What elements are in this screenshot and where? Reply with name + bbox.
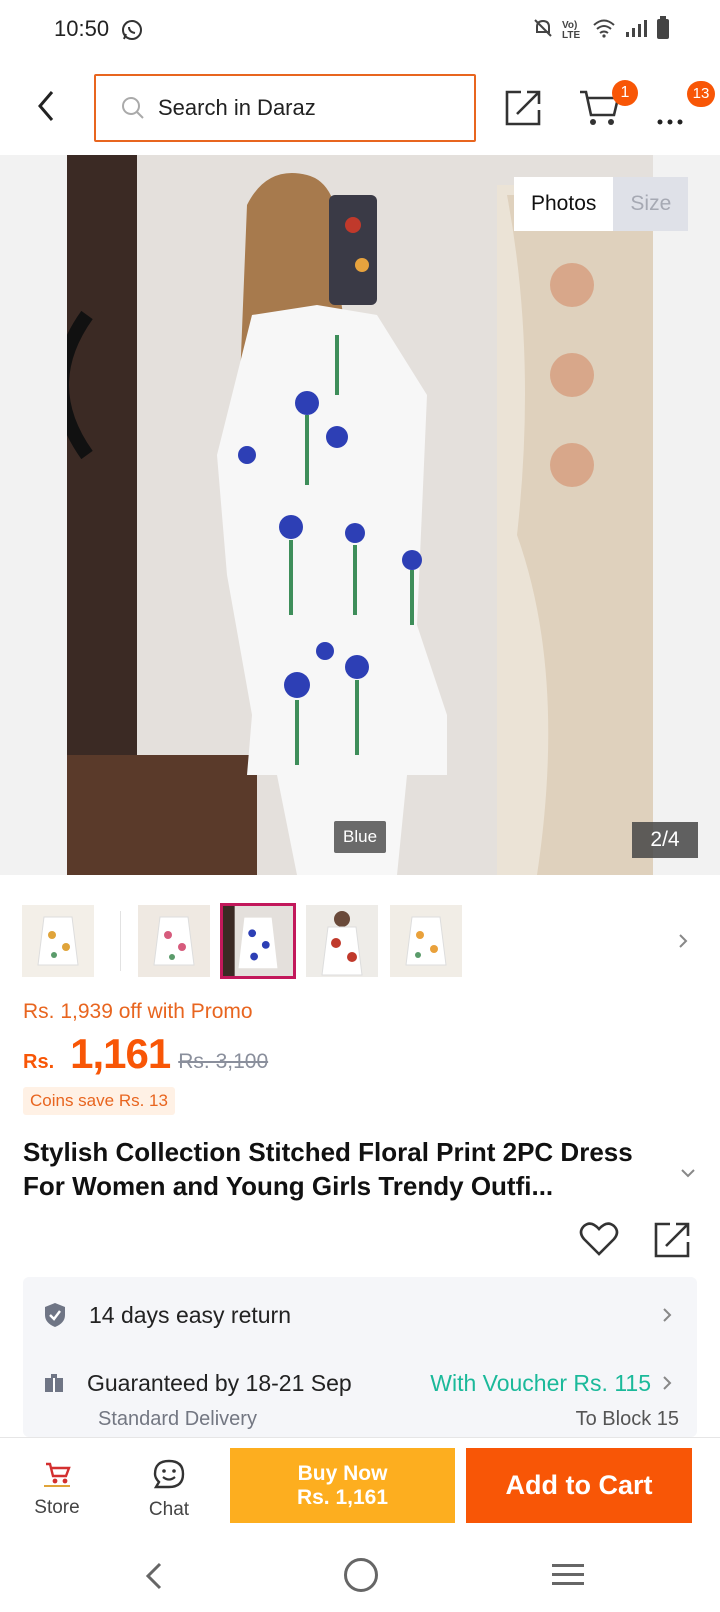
product-title: Stylish Collection Stitched Floral Print… <box>23 1137 633 1201</box>
cart-count-badge: 1 <box>612 80 638 106</box>
thumbnail-image <box>138 905 210 977</box>
price-currency: Rs. <box>23 1051 55 1073</box>
package-icon <box>45 1374 63 1392</box>
chevron-down-icon <box>681 1169 695 1178</box>
buy-now-button[interactable]: Buy Now Rs. 1,161 <box>230 1448 455 1523</box>
status-time: 10:50 <box>54 16 110 41</box>
wifi-icon <box>592 18 616 43</box>
add-to-cart-button[interactable]: Add to Cart <box>466 1448 692 1523</box>
thumbnail-image <box>390 905 462 977</box>
whatsapp-icon <box>120 18 144 42</box>
product-photo[interactable] <box>67 155 653 875</box>
delivery-row[interactable]: Guaranteed by 18-21 Sep With Voucher Rs.… <box>43 1363 677 1403</box>
wishlist-button[interactable] <box>579 1221 619 1257</box>
service-info-card: 14 days easy return Guaranteed by 18-21 … <box>23 1277 697 1437</box>
back-button[interactable] <box>30 84 66 128</box>
thumbnail-1[interactable] <box>22 905 94 977</box>
store-label: Store <box>34 1497 80 1518</box>
delivery-guarantee-text: Guaranteed by 18-21 Sep <box>87 1369 352 1396</box>
thumbnail-divider <box>120 911 121 971</box>
more-options-button[interactable] <box>656 102 686 133</box>
share-icon <box>505 90 541 126</box>
nav-home-button[interactable] <box>344 1558 378 1592</box>
original-price: Rs. 3,100 <box>178 1050 269 1073</box>
chevron-left-icon <box>38 91 54 121</box>
system-nav-bar <box>0 1542 720 1612</box>
image-page-counter: 2/4 <box>632 822 698 858</box>
delivery-voucher-text: With Voucher Rs. 115 <box>430 1369 651 1396</box>
coins-badge: Coins save Rs. 13 <box>23 1087 175 1115</box>
chevron-right-icon <box>679 934 688 948</box>
chevron-right-icon <box>663 1308 672 1322</box>
price-row: Rs. 1,161 Rs. 3,100 <box>23 1030 268 1078</box>
variant-label: Blue <box>334 821 387 853</box>
bottom-action-bar: Store Chat Buy Now Rs. 1,161 Add to Cart <box>0 1437 720 1542</box>
network-label: Vo) LTE <box>562 19 581 41</box>
promo-text[interactable]: Rs. 1,939 off with Promo <box>23 1000 253 1024</box>
more-dots-icon <box>657 119 683 125</box>
gallery-tabs: Photos Size <box>514 177 689 231</box>
thumbnail-image <box>223 906 293 976</box>
current-price: 1,161 <box>70 1030 171 1077</box>
menu-lines-icon <box>552 1564 584 1585</box>
thumbnail-5[interactable] <box>390 905 462 977</box>
thumbnail-image <box>22 905 94 977</box>
thumbnail-3[interactable] <box>220 903 296 979</box>
delivery-type: Standard Delivery <box>98 1408 257 1430</box>
status-bar: 10:50 Vo) LTE <box>0 0 720 60</box>
chevron-right-icon <box>663 1376 672 1390</box>
product-gallery[interactable]: Photos Size Blue 2/4 <box>0 155 720 875</box>
chat-label: Chat <box>148 1499 190 1520</box>
search-input[interactable]: Search in Daraz <box>94 74 476 142</box>
nav-back-button[interactable] <box>142 1560 166 1592</box>
delivery-location[interactable]: To Block 15 <box>576 1408 679 1431</box>
thumbnail-image <box>306 905 378 977</box>
chat-button[interactable]: Chat <box>134 1458 204 1530</box>
mute-icon <box>532 17 554 44</box>
search-icon <box>122 97 144 119</box>
notification-count-badge: 13 <box>687 81 715 107</box>
share-button[interactable] <box>503 88 543 128</box>
share-icon <box>654 1222 690 1258</box>
search-placeholder: Search in Daraz <box>158 95 316 120</box>
nav-recents-button[interactable] <box>551 1562 585 1588</box>
expand-title-button[interactable] <box>680 1166 696 1178</box>
store-logo-icon <box>44 1462 71 1487</box>
buy-now-label: Buy Now <box>297 1461 388 1485</box>
share-product-button[interactable] <box>652 1220 692 1260</box>
chevron-left-icon <box>145 1562 162 1590</box>
store-button[interactable]: Store <box>22 1458 92 1530</box>
tab-photos[interactable]: Photos <box>514 177 614 231</box>
status-icons: Vo) LTE <box>532 16 670 45</box>
buy-now-price: Rs. 1,161 <box>296 1485 389 1509</box>
signal-icon <box>624 18 648 43</box>
product-image <box>67 155 653 875</box>
thumbnail-strip <box>22 903 720 979</box>
return-policy-row[interactable]: 14 days easy return <box>43 1295 677 1335</box>
thumbnail-2[interactable] <box>138 905 210 977</box>
thumbnail-4[interactable] <box>306 905 378 977</box>
return-policy-text: 14 days easy return <box>89 1301 292 1328</box>
battery-icon <box>656 16 670 45</box>
chat-smile-icon <box>153 1459 185 1489</box>
thumbnails-next-button[interactable] <box>676 929 692 953</box>
header: Search in Daraz 1 13 <box>0 60 720 155</box>
tab-size[interactable]: Size <box>613 177 689 231</box>
shield-check-icon <box>45 1303 65 1327</box>
heart-icon <box>579 1222 619 1256</box>
